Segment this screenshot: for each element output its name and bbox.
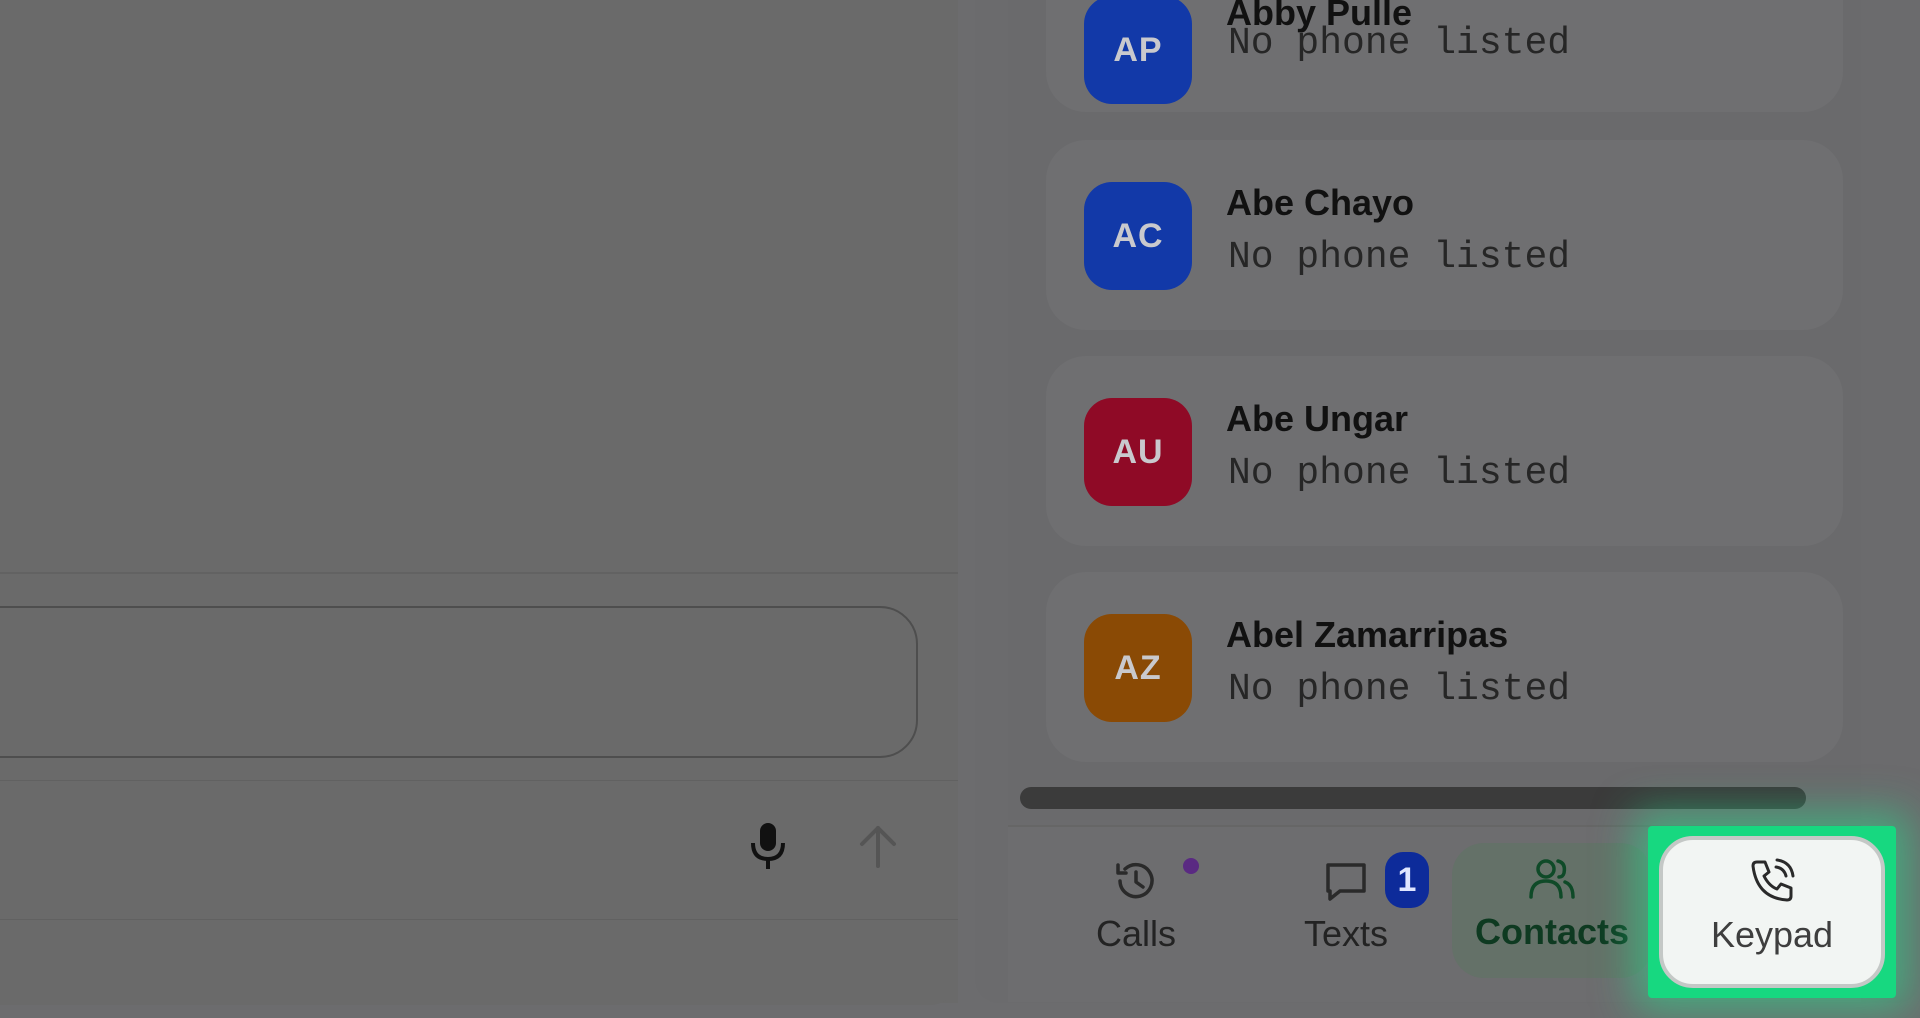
avatar: AP [1084,0,1192,104]
microphone-icon [748,821,788,876]
message-composer [0,572,958,1005]
contact-name: Abe Chayo [1226,182,1415,223]
users-icon [1527,843,1577,903]
avatar: AU [1084,398,1192,506]
microphone-button[interactable] [742,822,794,874]
contact-phone: No phone listed [1228,236,1571,279]
tab-keypad[interactable]: Keypad [1659,836,1885,988]
divider [0,919,958,920]
tab-keypad-label: Keypad [1710,914,1834,955]
contact-phone: No phone listed [1228,452,1571,495]
contact-name: Abe Ungar [1226,398,1409,439]
contact-card[interactable]: AZ Abel Zamarripas No phone listed [1046,572,1843,762]
contact-phone: No phone listed [1228,668,1571,711]
history-icon [1112,845,1160,905]
tab-calls[interactable]: Calls [1080,845,1192,980]
send-button[interactable] [852,822,904,874]
divider [0,780,958,781]
avatar: AC [1084,182,1192,290]
message-input[interactable] [0,606,918,758]
contact-card[interactable]: AP Abby Pulle No phone listed [1046,0,1843,112]
contact-name: Abel Zamarripas [1226,614,1509,655]
contact-card[interactable]: AC Abe Chayo No phone listed [1046,140,1843,330]
tab-texts-label: Texts [1303,913,1389,954]
contact-phone: No phone listed [1228,22,1571,65]
app-window: AP Abby Pulle No phone listed AC Abe Cha… [0,0,1920,1018]
unread-dot [1183,858,1199,874]
tab-contacts[interactable]: Contacts [1452,843,1652,978]
tab-calls-label: Calls [1095,913,1176,954]
horizontal-scrollbar[interactable] [1020,787,1806,809]
phone-call-icon [1747,848,1797,906]
contact-card[interactable]: AU Abe Ungar No phone listed [1046,356,1843,546]
unread-count-badge: 1 [1385,852,1429,908]
avatar: AZ [1084,614,1192,722]
arrow-up-icon [856,822,900,875]
message-icon [1322,845,1370,905]
tab-contacts-label: Contacts [1474,911,1630,952]
